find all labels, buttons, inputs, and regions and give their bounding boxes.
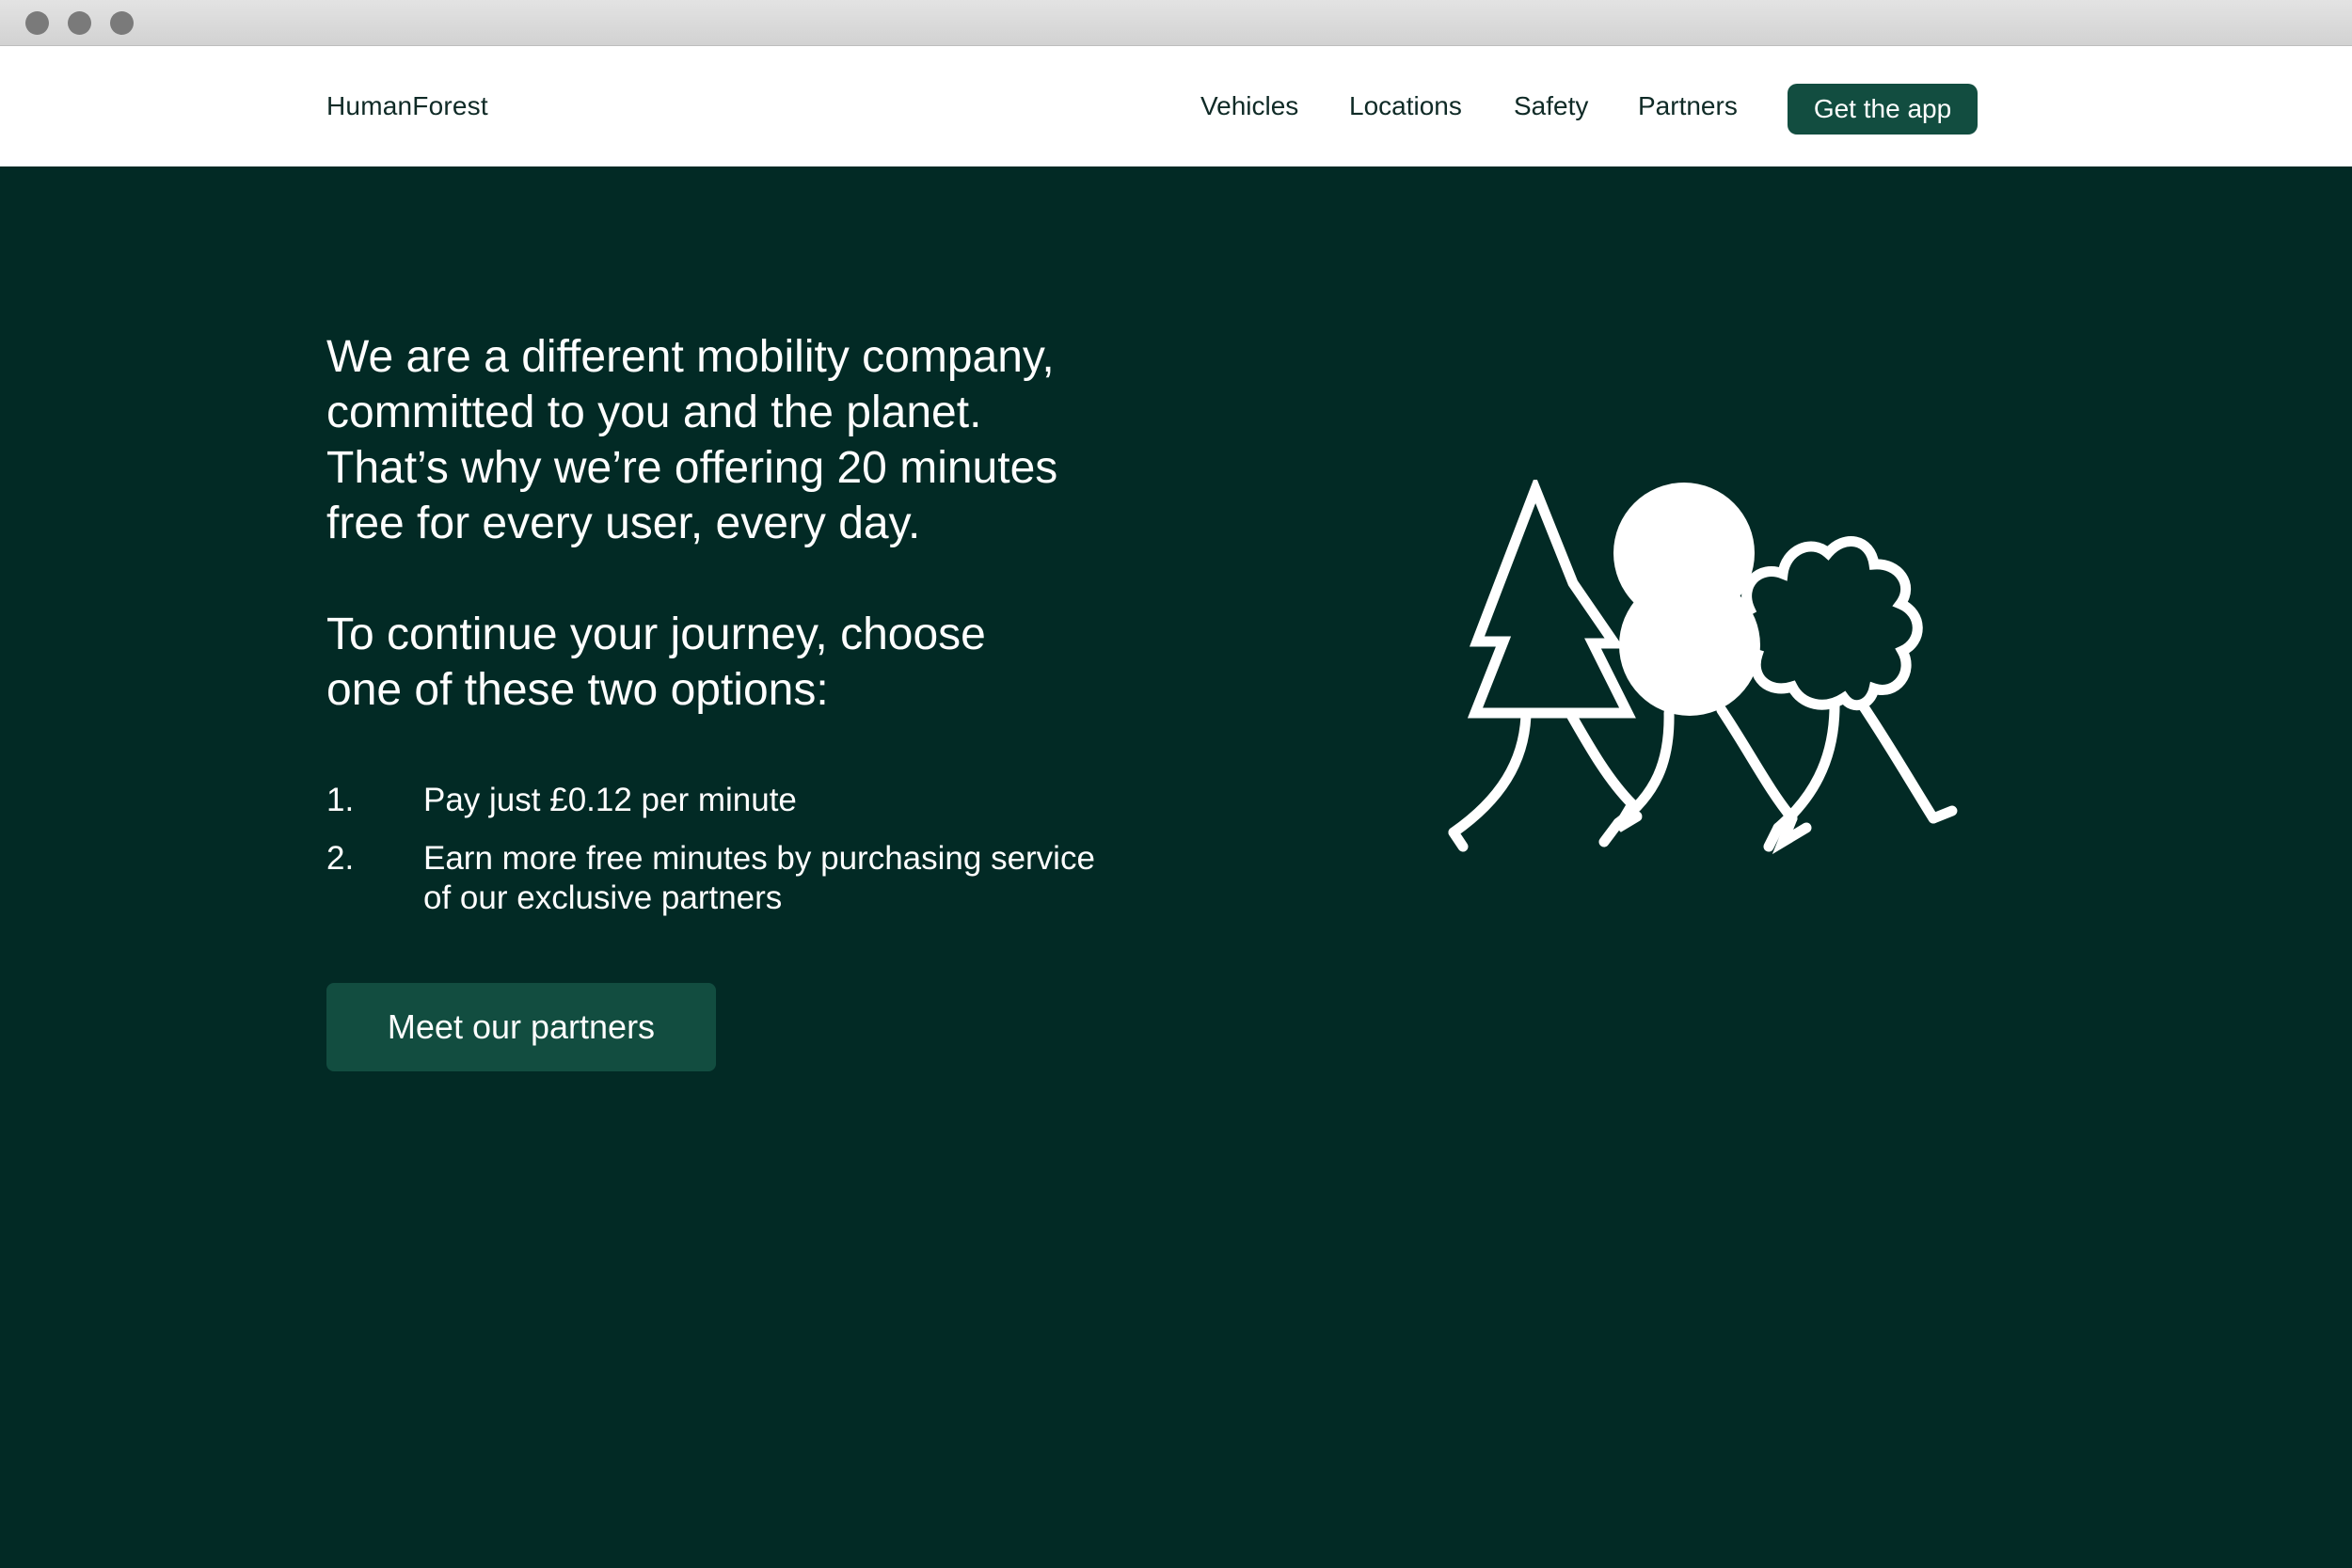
- hero-subheading: To continue your journey, choose one of …: [326, 607, 1173, 718]
- headline-line: That’s why we’re offering 20 minutes: [326, 443, 1058, 493]
- browser-window-chrome: [0, 0, 2352, 46]
- nav-vehicles[interactable]: Vehicles: [1200, 91, 1298, 121]
- round-tree-icon: [1598, 483, 1812, 855]
- headline-line: We are a different mobility company,: [326, 332, 1055, 382]
- nav-safety[interactable]: Safety: [1514, 91, 1588, 121]
- meet-our-partners-button[interactable]: Meet our partners: [326, 983, 716, 1071]
- hero-headline: We are a different mobility company, com…: [326, 329, 1173, 551]
- options-list: 1. Pay just £0.12 per minute 2. Earn mor…: [326, 781, 1173, 937]
- get-the-app-button[interactable]: Get the app: [1788, 84, 1978, 135]
- option-item: 2. Earn more free minutes by purchasing …: [326, 839, 1173, 918]
- option-number: 2.: [326, 840, 355, 877]
- subhead-line: one of these two options:: [326, 665, 829, 715]
- option-number: 1.: [326, 782, 355, 818]
- nav-locations[interactable]: Locations: [1349, 91, 1462, 121]
- brand-logo-link[interactable]: HumanForest: [326, 91, 488, 121]
- window-minimize-dot[interactable]: [68, 11, 91, 35]
- window-close-dot[interactable]: [25, 11, 49, 35]
- subhead-line: To continue your journey, choose: [326, 610, 986, 659]
- headline-line: free for every user, every day.: [326, 499, 921, 548]
- bushy-tree-icon: [1731, 536, 1958, 852]
- walking-trees-illustration: [1448, 480, 1958, 855]
- window-maximize-dot[interactable]: [110, 11, 134, 35]
- option-text: Pay just £0.12 per minute: [423, 782, 797, 818]
- headline-line: committed to you and the planet.: [326, 388, 982, 437]
- nav-partners[interactable]: Partners: [1638, 91, 1738, 121]
- site-header: HumanForest Vehicles Locations Safety Pa…: [0, 46, 2352, 166]
- option-text: Earn more free minutes by purchasing ser…: [423, 840, 1095, 916]
- pine-tree-icon: [1448, 480, 1643, 852]
- option-item: 1. Pay just £0.12 per minute: [326, 781, 1173, 820]
